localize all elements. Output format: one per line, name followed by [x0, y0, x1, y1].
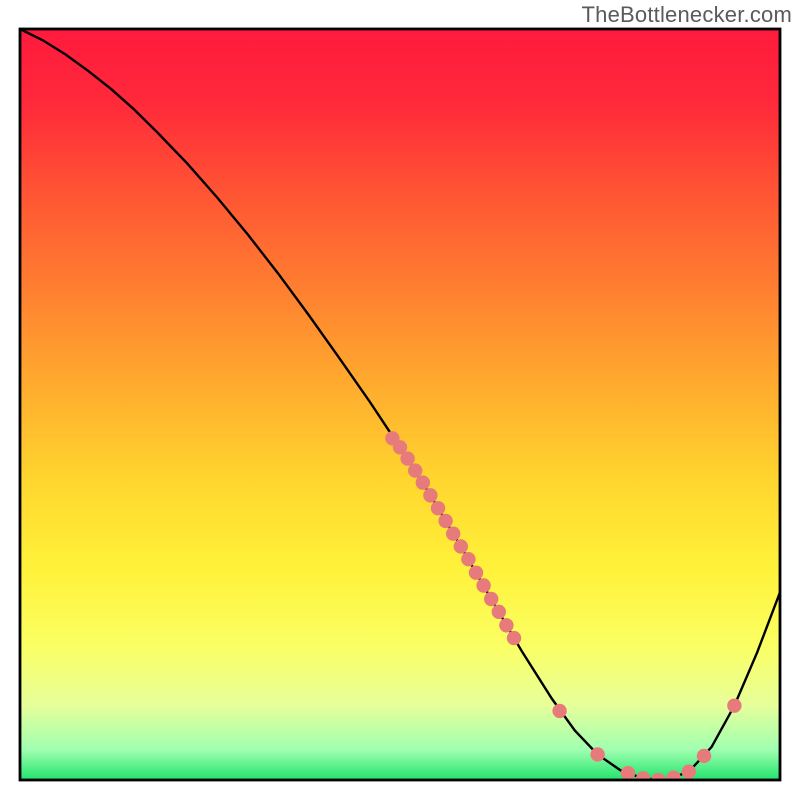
- data-point: [431, 501, 445, 515]
- data-point: [408, 463, 422, 477]
- data-point: [727, 698, 741, 712]
- chart-svg: [0, 0, 800, 800]
- data-point: [438, 514, 452, 528]
- data-point: [492, 605, 506, 619]
- chart-container: TheBottlenecker.com: [0, 0, 800, 800]
- data-point: [469, 566, 483, 580]
- data-point: [636, 771, 650, 785]
- data-point: [446, 526, 460, 540]
- data-point: [484, 592, 498, 606]
- data-point: [454, 539, 468, 553]
- data-point: [476, 578, 490, 592]
- data-point: [697, 749, 711, 763]
- watermark-text: TheBottlenecker.com: [582, 2, 792, 28]
- data-point: [507, 631, 521, 645]
- data-point: [461, 552, 475, 566]
- data-point: [552, 704, 566, 718]
- data-point: [423, 488, 437, 502]
- plot-background: [20, 29, 780, 780]
- data-point: [682, 765, 696, 779]
- data-point: [400, 451, 414, 465]
- data-point: [590, 747, 604, 761]
- data-point: [666, 771, 680, 785]
- data-point: [499, 618, 513, 632]
- data-point: [416, 475, 430, 489]
- data-point: [621, 766, 635, 780]
